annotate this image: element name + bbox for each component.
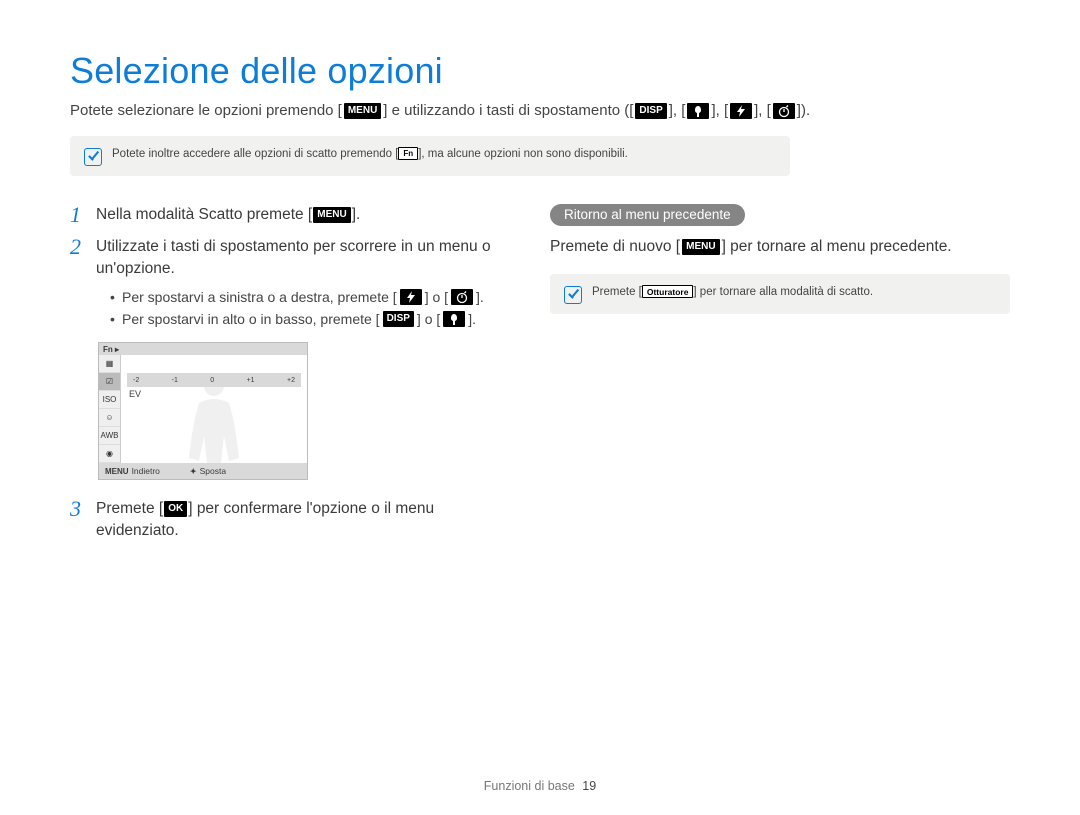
intro-text-3: ], [ (669, 100, 686, 122)
ev-tick-3: +1 (247, 377, 255, 384)
macro-icon (443, 311, 465, 327)
ev-tick-1: -1 (172, 377, 178, 384)
cs-main: -2 -1 0 +1 +2 EV (121, 355, 307, 463)
intro-text-6: ]). (797, 100, 810, 122)
section-pill: Ritorno al menu precedente (550, 204, 745, 226)
camera-screen-illustration: Fn ▸ ▦ ☑ ISO ☺ AWB ◉ (98, 342, 308, 480)
intro-text-4: ], [ (711, 100, 728, 122)
timer-icon (773, 103, 795, 119)
cs-sbicon-5: ◉ (99, 445, 120, 463)
menu-key-icon: MENU (313, 207, 350, 223)
sub1-p3: ]. (476, 286, 484, 308)
cs-footer-move: ✦Sposta (190, 466, 226, 476)
page-footer: Funzioni di base 19 (0, 779, 1080, 793)
intro-text-5: ], [ (754, 100, 771, 122)
note-icon (84, 148, 102, 166)
ev-tick-4: +2 (287, 377, 295, 384)
cs-footer-back: MENUIndietro (105, 466, 160, 476)
step-2: 2 Utilizzate i tasti di spostamento per … (70, 236, 514, 330)
sub1-p2: ] o [ (425, 286, 448, 308)
note1-part2: ], ma alcune opzioni non sono disponibil… (418, 148, 628, 160)
step-3-number: 3 (70, 498, 86, 542)
cs-sbicon-3: ☺ (99, 409, 120, 427)
page: Selezione delle opzioni Potete seleziona… (0, 0, 1080, 815)
step-1: 1 Nella modalità Scatto premete [MENU]. (70, 204, 514, 226)
cs-ev-bar: -2 -1 0 +1 +2 (127, 373, 301, 387)
note1-part1: Potete inoltre accedere alle opzioni di … (112, 148, 398, 160)
step1-text2: ]. (352, 206, 361, 223)
note-box-fn: Potete inoltre accedere alle opzioni di … (70, 136, 790, 176)
cs-ev-label: EV (129, 389, 141, 399)
cs-body: ▦ ☑ ISO ☺ AWB ◉ -2 -1 (99, 355, 307, 463)
menu-key-icon: MENU (344, 103, 381, 119)
step-1-number: 1 (70, 204, 86, 226)
step2-sub2: Per spostarvi in alto o in basso, premet… (110, 308, 514, 330)
note2-p2: ] per tornare alla modalità di scatto. (693, 286, 873, 298)
sub2-p1: Per spostarvi in alto o in basso, premet… (122, 308, 380, 330)
left-column: 1 Nella modalità Scatto premete [MENU]. … (70, 204, 514, 552)
cs-footer-move-key: ✦ (190, 467, 197, 476)
cs-footer-back-label: Indietro (132, 466, 160, 476)
ok-key-icon: OK (164, 501, 187, 517)
sub2-p2: ] o [ (417, 308, 440, 330)
flash-icon (400, 289, 422, 305)
shutter-key-icon: Otturatore (642, 285, 694, 298)
step-2-number: 2 (70, 236, 86, 330)
disp-key-icon: DISP (635, 103, 666, 119)
cs-sbicon-1: ☑ (99, 373, 120, 391)
cs-sbicon-2: ISO (99, 391, 120, 409)
sub1-p1: Per spostarvi a sinistra o a destra, pre… (122, 286, 397, 308)
step2-sub1: Per spostarvi a sinistra o a destra, pre… (110, 286, 514, 308)
disp-key-icon: DISP (383, 311, 414, 327)
step2-text: Utilizzate i tasti di spostamento per sc… (96, 238, 491, 277)
note-box-shutter: Premete [Otturatore] per tornare alla mo… (550, 274, 1010, 314)
cs-footer-move-label: Sposta (200, 466, 226, 476)
columns: 1 Nella modalità Scatto premete [MENU]. … (70, 204, 1010, 552)
right-paragraph: Premete di nuovo [ MENU ] per tornare al… (550, 236, 1010, 258)
intro-text-2: ] e utilizzando i tasti di spostamento (… (383, 100, 633, 122)
macro-icon (687, 103, 709, 119)
rp-2: ] per tornare al menu precedente. (722, 236, 952, 258)
footer-section: Funzioni di base (484, 779, 575, 793)
intro-text-1: Potete selezionare le opzioni premendo [ (70, 100, 342, 122)
step-2-sublist: Per spostarvi a sinistra o a destra, pre… (96, 286, 514, 330)
step-3: 3 Premete [OK] per confermare l'opzione … (70, 498, 514, 542)
cs-sbicon-0: ▦ (99, 355, 120, 373)
note2-p1: Premete [ (592, 286, 642, 298)
note-icon (564, 286, 582, 304)
timer-icon (451, 289, 473, 305)
cs-sidebar: ▦ ☑ ISO ☺ AWB ◉ (99, 355, 121, 463)
cs-sbicon-4: AWB (99, 427, 120, 445)
page-title: Selezione delle opzioni (70, 50, 1010, 92)
intro-paragraph: Potete selezionare le opzioni premendo [… (70, 100, 1010, 122)
step-2-body: Utilizzate i tasti di spostamento per sc… (96, 236, 514, 330)
right-column: Ritorno al menu precedente Premete di nu… (550, 204, 1010, 552)
cs-footer-back-key: MENU (105, 467, 129, 476)
note-text-fn: Potete inoltre accedere alle opzioni di … (112, 146, 628, 162)
cs-topbar: Fn ▸ (99, 343, 307, 355)
cs-fn-label: Fn ▸ (103, 345, 119, 354)
sub2-p3: ]. (468, 308, 476, 330)
ev-tick-0: -2 (133, 377, 139, 384)
note-text-shutter: Premete [Otturatore] per tornare alla mo… (592, 284, 873, 300)
fn-key-icon: Fn (398, 147, 418, 160)
step1-text1: Nella modalità Scatto premete [ (96, 206, 312, 223)
rp-1: Premete di nuovo [ (550, 236, 680, 258)
menu-key-icon: MENU (682, 239, 719, 255)
step-1-body: Nella modalità Scatto premete [MENU]. (96, 204, 360, 226)
ev-tick-2: 0 (210, 377, 214, 384)
step3-text1: Premete [ (96, 500, 163, 517)
footer-page-number: 19 (582, 779, 596, 793)
cs-footer: MENUIndietro ✦Sposta (99, 463, 307, 479)
flash-icon (730, 103, 752, 119)
step-3-body: Premete [OK] per confermare l'opzione o … (96, 498, 514, 542)
